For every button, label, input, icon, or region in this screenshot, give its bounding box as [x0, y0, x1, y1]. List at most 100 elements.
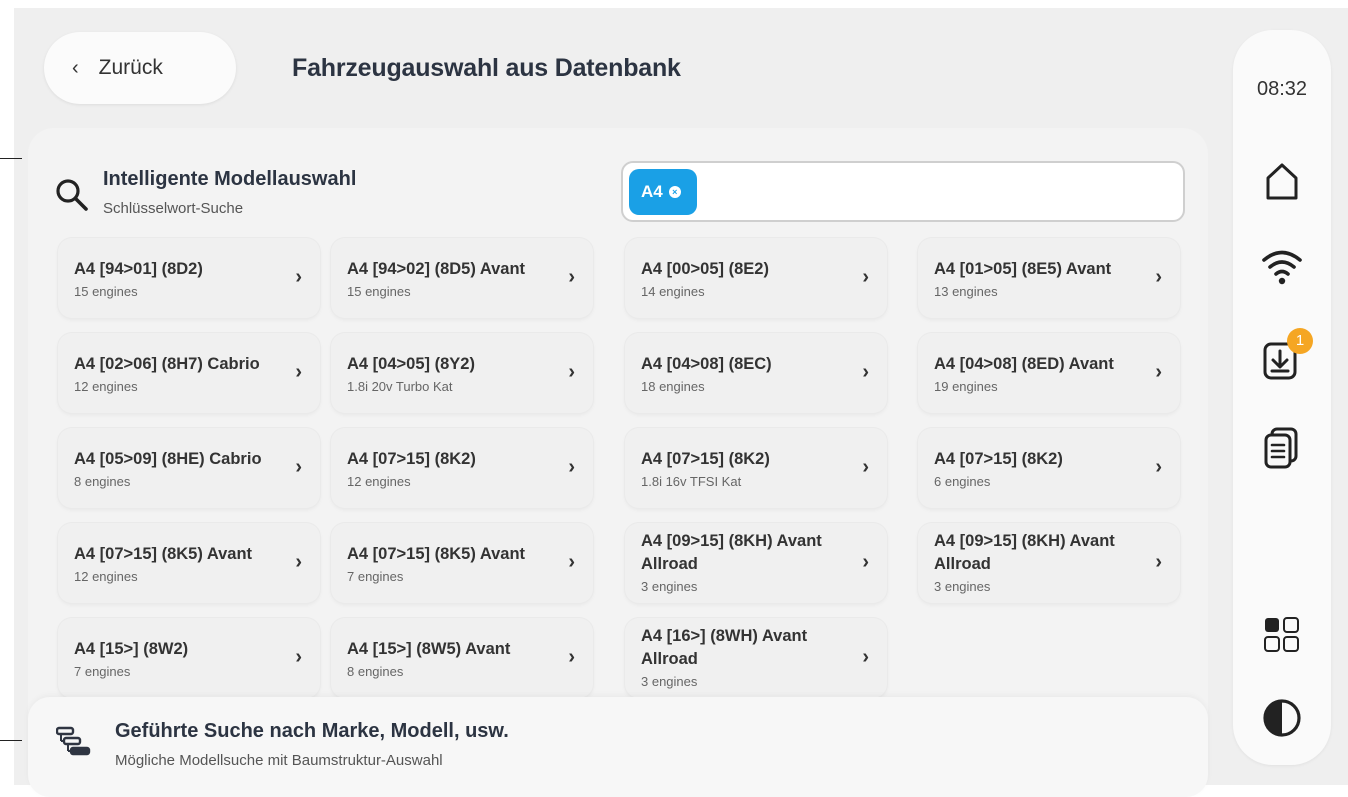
model-name: A4 [07>15] (8K2) — [641, 450, 770, 468]
model-card[interactable]: A4 [04>08] (8EC) 18 engines › — [625, 333, 887, 413]
model-name: A4 [07>15] (8K2) — [347, 450, 476, 468]
model-card[interactable]: A4 [07>15] (8K5) Avant 7 engines › — [331, 523, 593, 603]
model-sub: 6 engines — [934, 474, 991, 489]
page-title: Fahrzeugauswahl aus Datenbank — [292, 54, 681, 82]
chevron-right-icon: › — [295, 456, 302, 478]
chevron-right-icon: › — [295, 266, 302, 288]
model-card[interactable]: A4 [15>] (8W2) 7 engines › — [58, 618, 320, 698]
chevron-left-icon: ‹ — [72, 56, 79, 79]
model-card[interactable]: A4 [05>09] (8HE) Cabrio 8 engines › — [58, 428, 320, 508]
chevron-right-icon: › — [1155, 361, 1162, 383]
model-sub: 18 engines — [641, 379, 705, 394]
wifi-icon[interactable] — [1259, 243, 1305, 289]
model-card[interactable]: A4 [09>15] (8KH) Avant Allroad 3 engines … — [918, 523, 1180, 603]
chevron-right-icon: › — [295, 361, 302, 383]
model-sub: 8 engines — [347, 664, 404, 679]
model-card[interactable]: A4 [01>05] (8E5) Avant 13 engines › — [918, 238, 1180, 318]
chevron-right-icon: › — [1155, 456, 1162, 478]
model-card[interactable]: A4 [07>15] (8K2) 12 engines › — [331, 428, 593, 508]
model-sub: 15 engines — [74, 284, 138, 299]
chevron-right-icon: › — [1155, 266, 1162, 288]
model-name: A4 [07>15] (8K5) Avant — [347, 545, 526, 563]
smart-search-title: Intelligente Modellauswahl — [103, 168, 357, 190]
chip-remove-icon[interactable]: × — [668, 186, 681, 198]
model-card[interactable]: A4 [07>15] (8K2) 1.8i 16v TFSI Kat › — [625, 428, 887, 508]
model-name: A4 [05>09] (8HE) Cabrio — [74, 450, 262, 468]
chevron-right-icon: › — [568, 646, 575, 668]
model-card[interactable]: A4 [94>01] (8D2) 15 engines › — [58, 238, 320, 318]
model-name: A4 [09>15] (8KH) Avant Allroad — [934, 532, 1115, 573]
model-sub: 3 engines — [934, 579, 991, 594]
model-sub: 12 engines — [347, 474, 411, 489]
model-name: A4 [04>08] (8EC) — [641, 355, 772, 373]
chevron-right-icon: › — [295, 646, 302, 668]
model-sub: 7 engines — [347, 569, 404, 584]
model-name: A4 [94>02] (8D5) Avant — [347, 260, 526, 278]
notification-badge: 1 — [1287, 328, 1313, 354]
model-name: A4 [04>05] (8Y2) — [347, 355, 475, 373]
model-sub: 1.8i 20v Turbo Kat — [347, 379, 453, 394]
model-sub: 7 engines — [74, 664, 131, 679]
guided-search-subtitle: Mögliche Modellsuche mit Baumstruktur-Au… — [115, 752, 443, 769]
chevron-right-icon: › — [862, 266, 869, 288]
search-chip[interactable]: A4 × — [629, 169, 697, 215]
model-card[interactable]: A4 [04>08] (8ED) Avant 19 engines › — [918, 333, 1180, 413]
edge-marker-bottom — [0, 740, 22, 741]
chevron-right-icon: › — [862, 646, 869, 668]
chevron-right-icon: › — [295, 551, 302, 573]
model-card[interactable]: A4 [02>06] (8H7) Cabrio 12 engines › — [58, 333, 320, 413]
model-sub: 12 engines — [74, 569, 138, 584]
model-card[interactable]: A4 [00>05] (8E2) 14 engines › — [625, 238, 887, 318]
model-card[interactable]: A4 [09>15] (8KH) Avant Allroad 3 engines … — [625, 523, 887, 603]
keyword-search-input[interactable]: A4 × — [621, 161, 1185, 222]
back-label: Zurück — [98, 56, 163, 79]
chevron-right-icon: › — [862, 456, 869, 478]
model-sub: 13 engines — [934, 284, 998, 299]
chevron-right-icon: › — [862, 361, 869, 383]
clock: 08:32 — [1256, 78, 1308, 100]
model-card[interactable]: A4 [15>] (8W5) Avant 8 engines › — [331, 618, 593, 698]
model-name: A4 [04>08] (8ED) Avant — [934, 355, 1114, 373]
model-name: A4 [07>15] (8K2) — [934, 450, 1063, 468]
back-button[interactable]: ‹ Zurück — [44, 32, 236, 104]
model-name: A4 [02>06] (8H7) Cabrio — [74, 355, 260, 373]
chevron-right-icon: › — [568, 456, 575, 478]
guided-search-title[interactable]: Geführte Suche nach Marke, Modell, usw. — [115, 720, 509, 743]
model-sub: 14 engines — [641, 284, 705, 299]
model-card[interactable]: A4 [94>02] (8D5) Avant 15 engines › — [331, 238, 593, 318]
model-name: A4 [15>] (8W5) Avant — [347, 640, 511, 658]
chevron-right-icon: › — [568, 266, 575, 288]
model-name: A4 [94>01] (8D2) — [74, 260, 203, 278]
search-icon — [56, 179, 88, 211]
chip-label: A4 — [641, 182, 663, 201]
model-name: A4 [00>05] (8E2) — [641, 260, 769, 278]
guided-search-card[interactable] — [28, 697, 1208, 797]
chevron-right-icon: › — [568, 361, 575, 383]
home-icon[interactable] — [1259, 158, 1305, 204]
model-sub: 15 engines — [347, 284, 411, 299]
model-name: A4 [15>] (8W2) — [74, 640, 189, 658]
model-name: A4 [07>15] (8K5) Avant — [74, 545, 253, 563]
model-sub: 8 engines — [74, 474, 131, 489]
model-sub: 1.8i 16v TFSI Kat — [641, 474, 742, 489]
model-sub: 12 engines — [74, 379, 138, 394]
model-card[interactable]: A4 [07>15] (8K2) 6 engines › — [918, 428, 1180, 508]
documents-icon[interactable] — [1259, 425, 1305, 471]
model-sub: 3 engines — [641, 579, 698, 594]
apps-grid-icon[interactable] — [1259, 612, 1305, 658]
model-card[interactable]: A4 [16>] (8WH) Avant Allroad 3 engines › — [625, 618, 887, 698]
model-card[interactable]: A4 [07>15] (8K5) Avant 12 engines › — [58, 523, 320, 603]
model-sub: 3 engines — [641, 674, 698, 689]
edge-marker-top — [0, 158, 22, 159]
model-name: A4 [16>] (8WH) Avant Allroad — [641, 627, 808, 668]
model-name: A4 [09>15] (8KH) Avant Allroad — [641, 532, 822, 573]
model-card[interactable]: A4 [04>05] (8Y2) 1.8i 20v Turbo Kat › — [331, 333, 593, 413]
contrast-icon[interactable] — [1259, 695, 1305, 741]
smart-search-subtitle: Schlüsselwort-Suche — [103, 200, 244, 217]
chevron-right-icon: › — [568, 551, 575, 573]
chevron-right-icon: › — [862, 551, 869, 573]
model-sub: 19 engines — [934, 379, 998, 394]
model-name: A4 [01>05] (8E5) Avant — [934, 260, 1112, 278]
chevron-right-icon: › — [1155, 551, 1162, 573]
tree-structure-icon — [56, 726, 91, 756]
